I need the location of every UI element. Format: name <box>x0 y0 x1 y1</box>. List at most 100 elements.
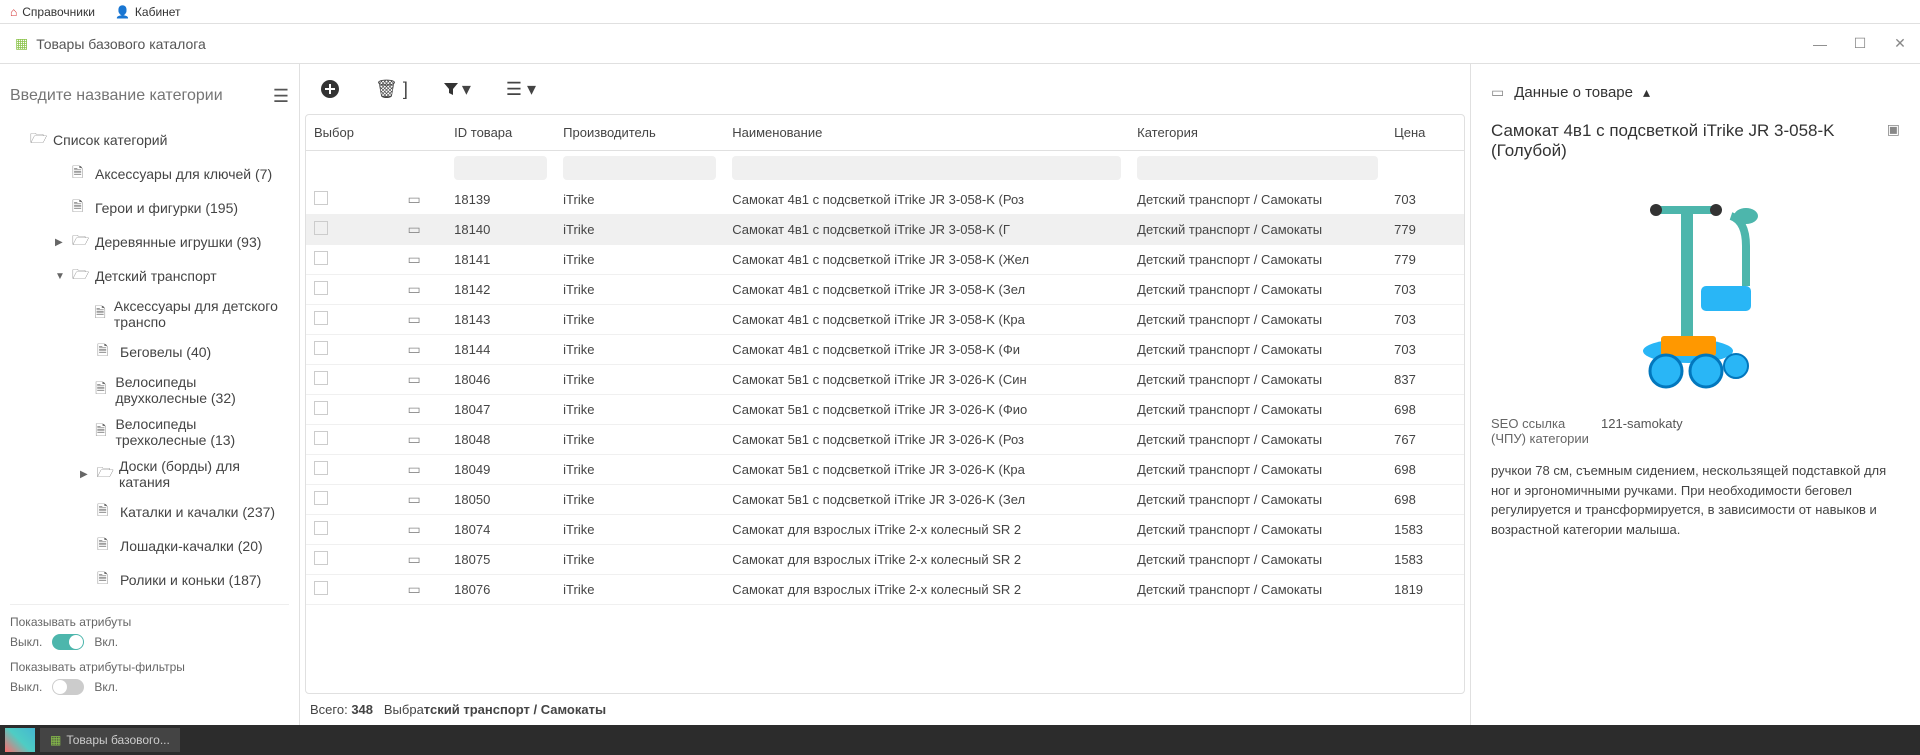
tree-item[interactable]: 🗎Самокаты (348) <box>10 597 289 604</box>
table-row[interactable]: ▭ 18049 iTrike Самокат 5в1 с подсветкой … <box>306 455 1464 485</box>
col-category[interactable]: Категория <box>1129 115 1386 151</box>
card-icon[interactable]: ▭ <box>407 401 420 417</box>
tree-item[interactable]: 🗎Ролики и коньки (187) <box>10 563 289 597</box>
row-checkbox[interactable] <box>314 461 328 475</box>
card-icon[interactable]: ▭ <box>407 221 420 237</box>
tree-item[interactable]: 🗎Лошадки-качалки (20) <box>10 529 289 563</box>
card-icon[interactable]: ▭ <box>407 371 420 387</box>
filter-button[interactable]: ▾ <box>443 79 471 100</box>
tree-item[interactable]: ▼🗁Детский транспорт <box>10 259 289 293</box>
cell-name: Самокат для взрослых iTrike 2-х колесный… <box>724 515 1129 545</box>
toggle-attrs[interactable] <box>52 634 84 650</box>
card-icon[interactable]: ▭ <box>407 521 420 537</box>
table-row[interactable]: ▭ 18075 iTrike Самокат для взрослых iTri… <box>306 545 1464 575</box>
row-checkbox[interactable] <box>314 341 328 355</box>
tree-root[interactable]: 🗁 Список категорий <box>10 123 289 157</box>
card-icon[interactable]: ▭ <box>407 341 420 357</box>
cell-cat: Детский транспорт / Самокаты <box>1129 575 1386 605</box>
card-icon[interactable]: ▭ <box>407 191 420 207</box>
tree-item[interactable]: 🗎Герои и фигурки (195) <box>10 191 289 225</box>
cell-id: 18049 <box>446 455 555 485</box>
cell-price: 1583 <box>1386 545 1464 575</box>
cell-price: 1819 <box>1386 575 1464 605</box>
cell-cat: Детский транспорт / Самокаты <box>1129 425 1386 455</box>
detail-panel-header[interactable]: ▭ Данные о товаре ▴ <box>1491 84 1900 101</box>
status-bar: Всего: 348 Выбратский транспорт / Самока… <box>300 694 1470 725</box>
table-row[interactable]: ▭ 18048 iTrike Самокат 5в1 с подсветкой … <box>306 425 1464 455</box>
row-checkbox[interactable] <box>314 401 328 415</box>
table-row[interactable]: ▭ 18142 iTrike Самокат 4в1 с подсветкой … <box>306 275 1464 305</box>
row-checkbox[interactable] <box>314 311 328 325</box>
card-icon[interactable]: ▭ <box>407 461 420 477</box>
row-checkbox[interactable] <box>314 281 328 295</box>
col-id[interactable]: ID товара <box>446 115 555 151</box>
cell-price: 837 <box>1386 365 1464 395</box>
minimize-button[interactable]: — <box>1810 34 1830 54</box>
maximize-button[interactable]: ☐ <box>1850 34 1870 54</box>
tree-item[interactable]: ▶🗁Доски (борды) для катания <box>10 453 289 495</box>
row-checkbox[interactable] <box>314 221 328 235</box>
cell-mfr: iTrike <box>555 575 724 605</box>
table-row[interactable]: ▭ 18074 iTrike Самокат для взрослых iTri… <box>306 515 1464 545</box>
tab-cabinet[interactable]: 👤 Кабинет <box>115 5 181 19</box>
col-name[interactable]: Наименование <box>724 115 1129 151</box>
filter-id[interactable] <box>454 156 547 180</box>
tree-item[interactable]: 🗎Велосипеды двухколесные (32) <box>10 369 289 411</box>
file-icon: 🗎 <box>72 196 90 220</box>
row-checkbox[interactable] <box>314 491 328 505</box>
filter-name[interactable] <box>732 156 1121 180</box>
table-row[interactable]: ▭ 18144 iTrike Самокат 4в1 с подсветкой … <box>306 335 1464 365</box>
tab-directories[interactable]: ⌂ Справочники <box>10 5 95 19</box>
row-checkbox[interactable] <box>314 191 328 205</box>
cell-mfr: iTrike <box>555 455 724 485</box>
row-checkbox[interactable] <box>314 251 328 265</box>
table-row[interactable]: ▭ 18141 iTrike Самокат 4в1 с подсветкой … <box>306 245 1464 275</box>
tree-item[interactable]: 🗎Каталки и качалки (237) <box>10 495 289 529</box>
row-checkbox[interactable] <box>314 371 328 385</box>
table-row[interactable]: ▭ 18050 iTrike Самокат 5в1 с подсветкой … <box>306 485 1464 515</box>
table-row[interactable]: ▭ 18076 iTrike Самокат для взрослых iTri… <box>306 575 1464 605</box>
col-manufacturer[interactable]: Производитель <box>555 115 724 151</box>
row-checkbox[interactable] <box>314 431 328 445</box>
filter-cat[interactable] <box>1137 156 1378 180</box>
tree-item[interactable]: ▶🗁Деревянные игрушки (93) <box>10 225 289 259</box>
row-checkbox[interactable] <box>314 521 328 535</box>
close-button[interactable]: ✕ <box>1890 34 1910 54</box>
row-checkbox[interactable] <box>314 581 328 595</box>
sidebar: ☰ 🗁 Список категорий 🗎Аксессуары для клю… <box>0 64 300 725</box>
category-search-input[interactable] <box>10 79 261 113</box>
menu-icon[interactable]: ☰ <box>273 86 289 107</box>
card-icon[interactable]: ▭ <box>407 281 420 297</box>
taskbar-app[interactable]: ▦ Товары базового... <box>40 728 180 752</box>
card-icon[interactable]: ▭ <box>407 491 420 507</box>
delete-button[interactable]: 🗑 ] <box>375 79 408 100</box>
table-row[interactable]: ▭ 18140 iTrike Самокат 4в1 с подсветкой … <box>306 215 1464 245</box>
start-button[interactable] <box>5 728 35 752</box>
cell-mfr: iTrike <box>555 485 724 515</box>
table-row[interactable]: ▭ 18143 iTrike Самокат 4в1 с подсветкой … <box>306 305 1464 335</box>
expand-icon[interactable]: ▣ <box>1887 121 1900 138</box>
cell-mfr: iTrike <box>555 305 724 335</box>
card-icon[interactable]: ▭ <box>407 581 420 597</box>
row-checkbox[interactable] <box>314 551 328 565</box>
toggle-filters[interactable] <box>52 679 84 695</box>
col-price[interactable]: Цена <box>1386 115 1464 151</box>
card-icon[interactable]: ▭ <box>407 551 420 567</box>
tree-item[interactable]: 🗎Аксессуары для детского транспо <box>10 293 289 335</box>
card-icon[interactable]: ▭ <box>407 431 420 447</box>
window-title: ▦ Товары базового каталога <box>15 35 206 52</box>
col-select[interactable]: Выбор <box>306 115 399 151</box>
category-tree: 🗁 Список категорий 🗎Аксессуары для ключе… <box>10 123 289 604</box>
table-row[interactable]: ▭ 18139 iTrike Самокат 4в1 с подсветкой … <box>306 185 1464 215</box>
filter-mfr[interactable] <box>563 156 716 180</box>
tree-item[interactable]: 🗎Беговелы (40) <box>10 335 289 369</box>
list-button[interactable]: ☰ ▾ <box>506 79 536 100</box>
table-row[interactable]: ▭ 18047 iTrike Самокат 5в1 с подсветкой … <box>306 395 1464 425</box>
tree-item[interactable]: 🗎Аксессуары для ключей (7) <box>10 157 289 191</box>
add-button[interactable] <box>320 79 340 99</box>
card-icon[interactable]: ▭ <box>407 251 420 267</box>
card-icon[interactable]: ▭ <box>407 311 420 327</box>
tree-item[interactable]: 🗎Велосипеды трехколесные (13) <box>10 411 289 453</box>
table-row[interactable]: ▭ 18046 iTrike Самокат 5в1 с подсветкой … <box>306 365 1464 395</box>
app-icon: ▦ <box>50 733 61 747</box>
